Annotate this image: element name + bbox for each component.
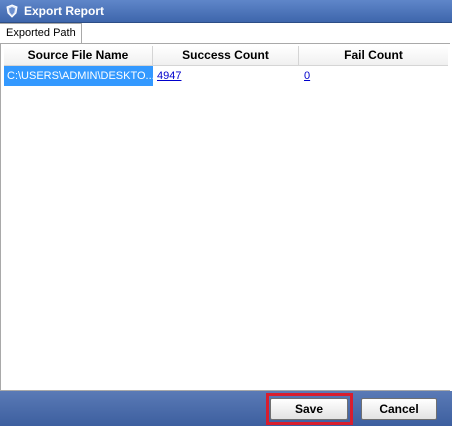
title-bar: Export Report [0, 0, 452, 23]
column-header-success-count[interactable]: Success Count [153, 46, 299, 65]
grid-header: Source File Name Success Count Fail Coun… [4, 46, 448, 66]
window-title: Export Report [24, 4, 105, 18]
tab-strip: Exported Path [0, 23, 452, 43]
column-header-fail-count[interactable]: Fail Count [299, 46, 448, 65]
fail-count-cell: 0 [299, 66, 448, 86]
tab-exported-path[interactable]: Exported Path [0, 23, 82, 43]
app-shield-icon [5, 4, 19, 18]
save-button[interactable]: Save [270, 398, 348, 420]
column-header-source-file-name[interactable]: Source File Name [4, 46, 153, 65]
cancel-button[interactable]: Cancel [361, 398, 437, 420]
tab-panel: Source File Name Success Count Fail Coun… [0, 43, 450, 391]
success-count-cell: 4947 [153, 66, 299, 86]
source-file-cell[interactable]: C:\USERS\ADMIN\DESKTO... [4, 66, 153, 86]
table-row[interactable]: C:\USERS\ADMIN\DESKTO... 4947 0 [4, 66, 448, 86]
fail-count-link[interactable]: 0 [304, 70, 310, 82]
success-count-link[interactable]: 4947 [157, 70, 181, 82]
